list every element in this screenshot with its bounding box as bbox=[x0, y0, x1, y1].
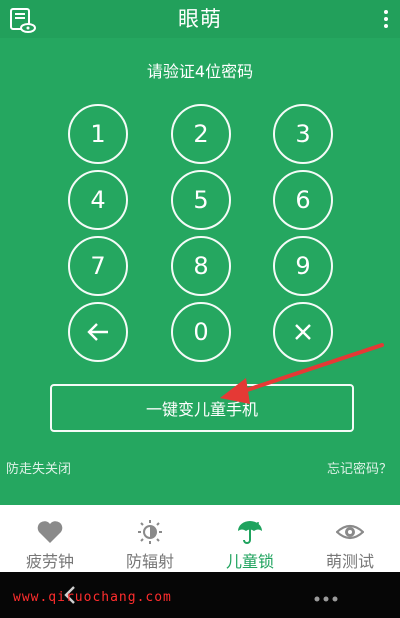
key-1[interactable]: 1 bbox=[68, 104, 128, 164]
key-7[interactable]: 7 bbox=[68, 236, 128, 296]
pin-keypad: 1 2 3 4 5 6 7 8 9 0 bbox=[0, 0, 400, 380]
key-8[interactable]: 8 bbox=[171, 236, 231, 296]
key-5[interactable]: 5 bbox=[171, 170, 231, 230]
radiation-icon bbox=[138, 520, 162, 544]
key-3[interactable]: 3 bbox=[273, 104, 333, 164]
eye-icon bbox=[336, 524, 364, 540]
tab-label: 疲劳钟 bbox=[25, 552, 74, 571]
umbrella-icon bbox=[238, 521, 262, 544]
system-more-icon[interactable] bbox=[314, 596, 338, 602]
tab-label: 儿童锁 bbox=[225, 552, 274, 571]
back-arrow-icon bbox=[87, 323, 108, 341]
child-phone-mode-button[interactable]: 一键变儿童手机 bbox=[50, 384, 354, 432]
tab-fatigue-clock[interactable]: 疲劳钟 bbox=[0, 505, 100, 572]
tab-cute-test[interactable]: 萌测试 bbox=[300, 505, 400, 572]
backspace-key[interactable] bbox=[68, 302, 128, 362]
bottom-navigation: 疲劳钟 防辐射 儿童锁 萌测试 bbox=[0, 505, 400, 572]
heart-icon bbox=[37, 521, 63, 543]
tab-radiation-protection[interactable]: 防辐射 bbox=[100, 505, 200, 572]
key-9[interactable]: 9 bbox=[273, 236, 333, 296]
watermark-text: www.qiruochang.com bbox=[13, 590, 172, 605]
close-icon bbox=[295, 324, 311, 340]
tab-label: 防辐射 bbox=[125, 552, 174, 571]
anti-lost-toggle-link[interactable]: 防走失关闭 bbox=[6, 458, 71, 477]
key-2[interactable]: 2 bbox=[171, 104, 231, 164]
key-4[interactable]: 4 bbox=[68, 170, 128, 230]
tab-label: 萌测试 bbox=[325, 552, 374, 571]
forgot-password-link[interactable]: 忘记密码？ bbox=[327, 458, 392, 477]
tab-child-lock[interactable]: 儿童锁 bbox=[200, 505, 300, 572]
key-6[interactable]: 6 bbox=[273, 170, 333, 230]
key-0[interactable]: 0 bbox=[171, 302, 231, 362]
clear-key[interactable] bbox=[273, 302, 333, 362]
